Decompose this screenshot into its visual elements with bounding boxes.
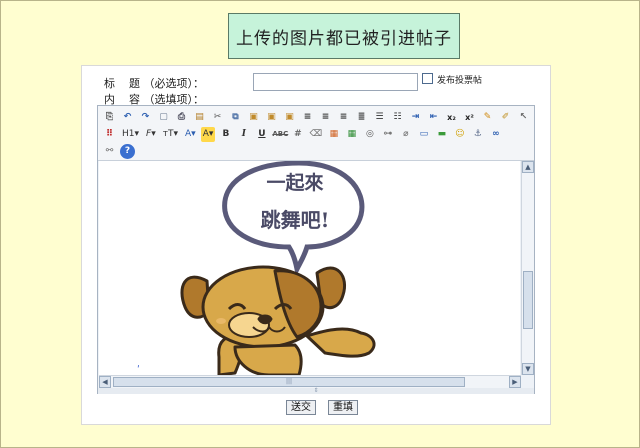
paste-text-icon[interactable]: ▣ [264, 110, 279, 125]
editor-horizontal-scrollbar[interactable]: ◀ ||| ▶ [99, 375, 521, 388]
scroll-right-button[interactable]: ▶ [509, 376, 521, 388]
upload-status-banner: 上传的图片都已被引进帖子 [228, 13, 460, 59]
text-cursor-glyph: ʹ [137, 364, 140, 375]
link-icon[interactable]: ∞ [488, 127, 503, 142]
underline-button[interactable]: U [254, 127, 269, 142]
align-center-icon[interactable]: ≡ [318, 110, 333, 125]
heading-dropdown[interactable]: H1▾ [120, 127, 141, 142]
scroll-up-button[interactable]: ▲ [522, 161, 534, 173]
font-family-dropdown[interactable]: F▾ [144, 127, 158, 142]
post-form-panel: 标 题 （必选项）： 发布投票帖 内 容 （选填项）： ⎘ ↶ ↷ ▢ ⎙ ▤ … [81, 65, 551, 425]
highlight-dropdown[interactable]: A▾ [200, 126, 216, 142]
paste-icon[interactable]: ▣ [246, 110, 261, 125]
select-all-icon[interactable]: ✐ [498, 110, 513, 125]
unlink-icon[interactable]: ⚯ [102, 144, 117, 159]
insert-image-icon[interactable]: ▦ [326, 127, 341, 142]
font-color-dropdown[interactable]: A▾ [183, 127, 198, 142]
font-size-dropdown[interactable]: тT▾ [161, 127, 180, 142]
superscript-icon[interactable]: x² [462, 110, 477, 125]
editor-toolbar: ⎘ ↶ ↷ ▢ ⎙ ▤ ✂ ⧉ ▣ ▣ ▣ ≡ ≡ ≡ ≣ ☰ ☷ ⇥ ⇤ x₂ [98, 106, 534, 161]
align-left-icon[interactable]: ≡ [300, 110, 315, 125]
align-right-icon[interactable]: ≡ [336, 110, 351, 125]
undo-icon[interactable]: ↶ [120, 110, 135, 125]
editor-resize-handle[interactable]: ⇕ [98, 388, 534, 394]
strikethrough-icon[interactable]: ABC [272, 127, 288, 142]
bullet-list-icon[interactable]: ☷ [390, 110, 405, 125]
clean-format-icon[interactable]: ✎ [480, 110, 495, 125]
scroll-down-button[interactable]: ▼ [522, 363, 534, 375]
page-break-icon[interactable]: ⠿ [102, 127, 117, 142]
help-icon[interactable]: ? [120, 143, 135, 159]
attachment-icon[interactable]: ⌀ [398, 127, 413, 142]
redo-icon[interactable]: ↷ [138, 110, 153, 125]
reset-button[interactable]: 重填 [328, 400, 358, 415]
emoticon-icon[interactable]: ☺ [452, 127, 467, 142]
rich-text-editor: ⎘ ↶ ↷ ▢ ⎙ ▤ ✂ ⧉ ▣ ▣ ▣ ≡ ≡ ≡ ≣ ☰ ☷ ⇥ ⇤ x₂ [97, 105, 535, 394]
insert-media-icon[interactable]: ◎ [362, 127, 377, 142]
source-icon[interactable]: ⎘ [102, 110, 117, 125]
ordered-list-icon[interactable]: ☰ [372, 110, 387, 125]
paste-word-icon[interactable]: ▣ [282, 110, 297, 125]
insert-frame-icon[interactable]: ▭ [416, 127, 431, 142]
scroll-left-button[interactable]: ◀ [99, 376, 111, 388]
submit-button[interactable]: 送交 [286, 400, 316, 415]
preview-icon[interactable]: ▢ [156, 110, 171, 125]
poll-checkbox[interactable] [422, 73, 433, 84]
anchor-icon[interactable]: ⚓ [470, 127, 485, 142]
heading-label: H1 [122, 128, 135, 139]
banner-text: 上传的图片都已被引进帖子 [236, 28, 452, 49]
horizontal-scroll-thumb[interactable]: ||| [113, 377, 465, 387]
vertical-scroll-thumb[interactable] [523, 271, 533, 329]
indent-icon[interactable]: ⇥ [408, 110, 423, 125]
outdent-icon[interactable]: ⇤ [426, 110, 441, 125]
cut-icon[interactable]: ✂ [210, 110, 225, 125]
insert-file-icon[interactable]: ⊶ [380, 127, 395, 142]
toolbar-row-1: ⎘ ↶ ↷ ▢ ⎙ ▤ ✂ ⧉ ▣ ▣ ▣ ≡ ≡ ≡ ≣ ☰ ☷ ⇥ ⇤ x₂ [102, 108, 534, 126]
table-icon[interactable]: # [290, 127, 305, 142]
editor-content-area[interactable]: 一起來 跳舞吧! ʹ [99, 161, 520, 375]
italic-button[interactable]: I [236, 127, 251, 142]
bubble-line-2: 跳舞吧! [261, 208, 330, 232]
title-input[interactable] [253, 73, 418, 91]
dancing-dog-image: 一起來 跳舞吧! ʹ [137, 161, 376, 375]
print-icon[interactable]: ⎙ [174, 110, 189, 125]
toolbar-row-3: ⚯ ? [102, 142, 138, 160]
editor-vertical-scrollbar[interactable]: ▲ ▼ [521, 161, 534, 375]
copy-icon[interactable]: ⧉ [228, 110, 243, 125]
title-label: 标 题 （必选项）： [104, 77, 204, 90]
bubble-line-1: 一起來 [266, 171, 323, 194]
subscript-icon[interactable]: x₂ [444, 110, 459, 125]
eraser-icon[interactable]: ⌫ [308, 127, 323, 142]
pointer-icon[interactable]: ↖ [516, 110, 531, 125]
poll-checkbox-label: 发布投票帖 [437, 76, 483, 86]
insert-flash-icon[interactable]: ▦ [344, 127, 359, 142]
insert-rule-icon[interactable]: ▬ [434, 127, 449, 142]
toolbar-row-2: ⠿ H1▾ F▾ тT▾ A▾ A▾ B I U ABC # ⌫ ▦ ▦ ◎ ⊶… [102, 125, 506, 143]
dog-illustration [180, 265, 376, 375]
bold-button[interactable]: B [218, 127, 233, 142]
align-justify-icon[interactable]: ≣ [354, 110, 369, 125]
template-icon[interactable]: ▤ [192, 110, 207, 125]
